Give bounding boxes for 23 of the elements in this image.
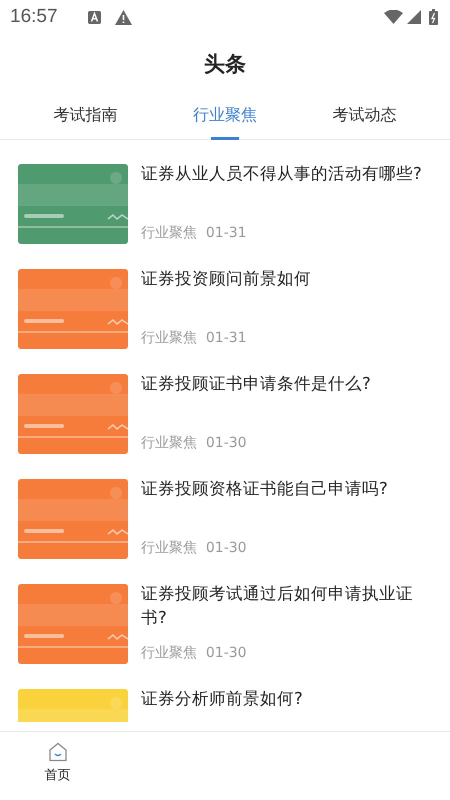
battery-icon: [429, 9, 438, 25]
tab[interactable]: 行业聚焦: [155, 94, 295, 138]
home-icon: [48, 742, 68, 762]
tab[interactable]: 考试指南: [16, 94, 156, 138]
wifi-icon: [384, 10, 403, 24]
article-title[interactable]: 证券投资顾问前景如何: [141, 266, 311, 292]
article-meta: 行业聚焦 01-31: [141, 328, 248, 348]
article-title[interactable]: 证券投顾证书申请条件是什么?: [141, 372, 371, 396]
page-title: 头条: [203, 51, 247, 78]
article-meta: 行业聚焦 01-31: [141, 224, 248, 242]
nav-tab[interactable]: 首页: [0, 732, 115, 800]
article-title[interactable]: 证券从业人员不得从事的活动有哪些?: [141, 162, 422, 186]
tab[interactable]: 考试动态: [294, 94, 434, 138]
clock-time: 16:57: [10, 4, 58, 29]
article-title[interactable]: 证券投顾资格证书能自己申请吗?: [141, 476, 388, 502]
article-title[interactable]: 证券分析师前景如何?: [141, 686, 303, 712]
article-title[interactable]: 证券投顾考试通过后如何申请执业证书?: [141, 582, 430, 631]
article-meta: 行业聚焦 01-30: [141, 644, 248, 662]
warning-icon: [114, 10, 132, 24]
notification-icon: [88, 10, 101, 24]
article-meta: 行业聚焦 01-30: [141, 538, 248, 558]
signal-icon: [407, 10, 421, 24]
article-meta: 行业聚焦 01-30: [141, 434, 248, 452]
